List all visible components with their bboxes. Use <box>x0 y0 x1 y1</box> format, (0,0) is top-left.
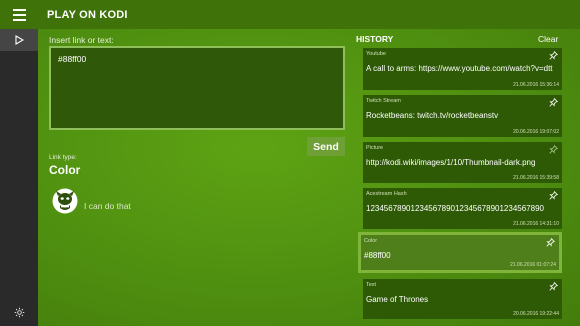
nav-play-button[interactable] <box>0 29 38 51</box>
history-item[interactable]: Twitch Stream Rocketbeans: twitch.tv/rock… <box>363 95 562 137</box>
input-label: Insert link or text: <box>49 35 114 45</box>
history-item-date: 21.06.2016 01:07:24 <box>510 262 556 268</box>
history-item-category: Text <box>366 282 377 288</box>
pin-icon[interactable] <box>549 145 558 154</box>
app-title: PLAY ON KODI <box>47 8 128 21</box>
kodi-status-message: I can do that <box>84 201 131 211</box>
pin-icon[interactable] <box>549 98 558 107</box>
link-text-input[interactable]: #88ff00 <box>49 46 345 130</box>
history-item-text: Rocketbeans: twitch.tv/rocketbeanstv <box>366 111 499 120</box>
history-title: HISTORY <box>356 34 394 44</box>
history-item-category: Color <box>364 238 378 244</box>
history-item-category: Picture <box>366 145 384 151</box>
nav-settings-button[interactable] <box>0 302 38 322</box>
history-item[interactable]: Text Game of Thrones 20.06.2016 19:22:44 <box>363 279 562 319</box>
kodi-mascot-icon <box>52 188 78 214</box>
main-panel: Insert link or text: #88ff00 Send Link t… <box>38 29 580 326</box>
link-type-value: Color <box>49 163 81 177</box>
hamburger-icon[interactable] <box>0 0 38 29</box>
history-item-text: A call to arms: https://www.youtube.com/… <box>366 64 553 73</box>
pin-icon[interactable] <box>549 191 558 200</box>
gear-icon <box>14 307 24 317</box>
history-item-text: Game of Thrones <box>366 295 429 304</box>
history-item[interactable]: Youtube A call to arms: https://www.youtu… <box>363 48 562 90</box>
history-item[interactable]: Picture http://kodi.wiki/images/1/10/Thum… <box>363 142 562 183</box>
history-item-text: http://kodi.wiki/images/1/10/Thumbnail-d… <box>366 158 536 167</box>
history-item-category: Acestream Hash <box>366 191 407 197</box>
history-item[interactable]: Acestream Hash 12345678901234567890123456… <box>363 188 562 229</box>
history-item-category: Youtube <box>366 51 386 57</box>
title-bar: PLAY ON KODI <box>0 0 580 29</box>
history-item-date: 20.06.2016 19:07:02 <box>513 129 559 135</box>
link-type-label: Link type: <box>49 154 77 161</box>
pin-icon[interactable] <box>546 238 555 247</box>
navigation-rail <box>0 29 38 326</box>
history-item[interactable]: Color #88ff00 21.06.2016 01:07:24 <box>358 232 562 273</box>
pin-icon[interactable] <box>549 51 558 60</box>
history-item-text: #88ff00 <box>364 251 391 260</box>
history-item-date: 20.06.2016 19:22:44 <box>513 311 559 317</box>
history-item-date: 21.06.2016 15:39:58 <box>513 175 559 181</box>
play-icon <box>14 35 24 45</box>
pin-icon[interactable] <box>549 282 558 291</box>
clear-history-button[interactable]: Clear <box>538 34 558 44</box>
history-item-text: 1234567890123456789012345678901234567890 <box>366 204 544 213</box>
send-button[interactable]: Send <box>307 137 345 156</box>
history-item-category: Twitch Stream <box>366 98 401 104</box>
history-item-date: 21.06.2016 15:36:14 <box>513 82 559 88</box>
history-item-date: 21.06.2016 14:31:10 <box>513 221 559 227</box>
